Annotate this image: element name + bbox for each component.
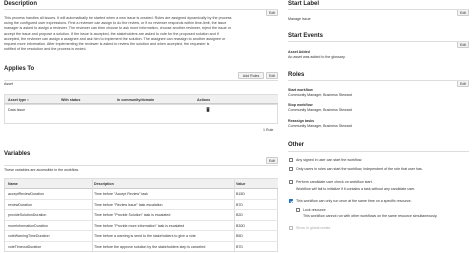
variable-name: moreInformationDuration	[8, 223, 48, 228]
variable-description: Time before a warning is send to the sta…	[94, 234, 196, 238]
variables-title: Variables	[4, 151, 31, 157]
roles-edit-button[interactable]: Edit	[457, 80, 469, 87]
column-header-asset-type[interactable]: Asset type	[8, 98, 29, 102]
applies-to-title: Applies To	[4, 66, 35, 72]
rule-count: 1 Rule	[263, 128, 274, 132]
variable-value: B15D	[236, 192, 245, 196]
variable-value: B30D	[236, 223, 245, 228]
description-line: notified of the resolution and the proce…	[4, 47, 87, 52]
roles-only-start-label: Only users in roles can start the workfl…	[296, 167, 423, 171]
variable-value: B7D	[236, 244, 243, 249]
roles-title: Roles	[288, 72, 305, 78]
table-row[interactable]: provideSolutionDuration Time before "Pro…	[5, 210, 278, 221]
variable-value: B5D	[236, 234, 243, 238]
trash-icon[interactable]	[206, 107, 210, 112]
candidate-check-checkbox[interactable]	[289, 180, 293, 184]
role-value: Community Manager, Business Steward	[288, 108, 352, 112]
applies-to-subtitle: Asset	[4, 82, 13, 86]
variable-value: B7D	[236, 202, 243, 207]
add-rules-button[interactable]: Add Rules	[238, 72, 264, 79]
description-edit-button[interactable]: Edit	[266, 9, 278, 16]
variables-table: Name Description Value acceptReviewDurat…	[4, 178, 278, 252]
lock-resource-note: This workflow cannot run with other work…	[303, 214, 438, 218]
role-name: Reassign tasks	[288, 119, 315, 123]
other-title: Other	[288, 142, 305, 148]
variable-name: voteTimeoutDuration	[8, 244, 42, 249]
rules-table: Asset type With status In community/doma…	[4, 94, 278, 124]
role-value: Community Manager, Business Steward	[288, 93, 352, 97]
role-value: Community Manager, Business Steward	[288, 124, 352, 128]
table-row[interactable]: voteTimeoutDuration Time before the appr…	[5, 242, 278, 253]
variable-name: voteWarningTimeDuration	[8, 234, 50, 238]
start-label-title: Start Label	[288, 1, 320, 7]
variable-description: Time before "Accept Review" task	[94, 192, 148, 196]
start-event-description: An asset was added to the glossary.	[288, 55, 346, 59]
candidate-check-note: Workflow will fail to initialize if it c…	[296, 187, 416, 191]
start-events-title: Start Events	[288, 33, 324, 39]
run-once-checkbox[interactable]	[289, 199, 293, 203]
global-create-label: Show in global create	[296, 226, 331, 230]
start-label-edit-button[interactable]: Edit	[457, 9, 469, 16]
table-row[interactable]: reviewDuration Time before "Review issue…	[5, 200, 278, 210]
run-once-label: This workflow can only run once at the s…	[296, 199, 412, 203]
column-header-actions: Actions	[197, 98, 211, 102]
variables-subtitle: These variables are accessible in the wo…	[4, 168, 79, 172]
variable-description: Time before "Provide Solution" task is e…	[94, 213, 171, 217]
any-user-start-checkbox[interactable]	[289, 158, 293, 162]
global-create-checkbox	[289, 226, 293, 230]
rule-asset-type: Data Issue	[8, 108, 26, 112]
description-text: This process handles all issues. It will…	[4, 16, 282, 52]
variable-name: reviewDuration	[8, 202, 32, 207]
applies-to-edit-button[interactable]: Edit	[266, 72, 278, 79]
column-header-description: Description	[94, 182, 114, 186]
start-label-value: Manage Issue	[288, 17, 311, 21]
description-title: Description	[4, 1, 38, 7]
start-events-edit-button[interactable]: Edit	[457, 41, 469, 48]
table-row[interactable]: acceptReviewDuration Time before "Accept…	[5, 189, 278, 200]
any-user-start-label: Any signed in user can start the workflo…	[296, 158, 363, 162]
role-name: Start workflow	[288, 88, 313, 92]
candidate-check-label: Perform candidate user check on workflow…	[296, 180, 373, 184]
variable-name: provideSolutionDuration	[8, 213, 47, 217]
variable-description: Time before the approve solution by the …	[94, 244, 206, 249]
variable-name: acceptReviewDuration	[8, 192, 44, 196]
variable-description: Time before "Review issue" task escalati…	[94, 202, 163, 207]
column-header-community: In community/domain	[117, 98, 155, 102]
lock-resource-checkbox[interactable]	[296, 208, 300, 212]
column-header-with-status: With status	[61, 98, 81, 102]
variable-description: Time before "Provide more information" t…	[94, 223, 185, 228]
variables-edit-button[interactable]: Edit	[266, 157, 278, 164]
lock-resource-label: Lock resource	[303, 208, 326, 212]
table-row[interactable]: voteWarningTimeDuration Time before a wa…	[5, 231, 278, 242]
variable-value: B2D	[236, 213, 243, 217]
table-row[interactable]: moreInformationDuration Time before "Pro…	[5, 221, 278, 231]
column-header-name: Name	[8, 182, 18, 186]
column-header-value: Value	[236, 182, 246, 186]
start-event-name: Asset Added	[288, 50, 310, 54]
roles-only-start-checkbox[interactable]	[289, 167, 293, 171]
role-name: Stop workflow	[288, 103, 313, 107]
